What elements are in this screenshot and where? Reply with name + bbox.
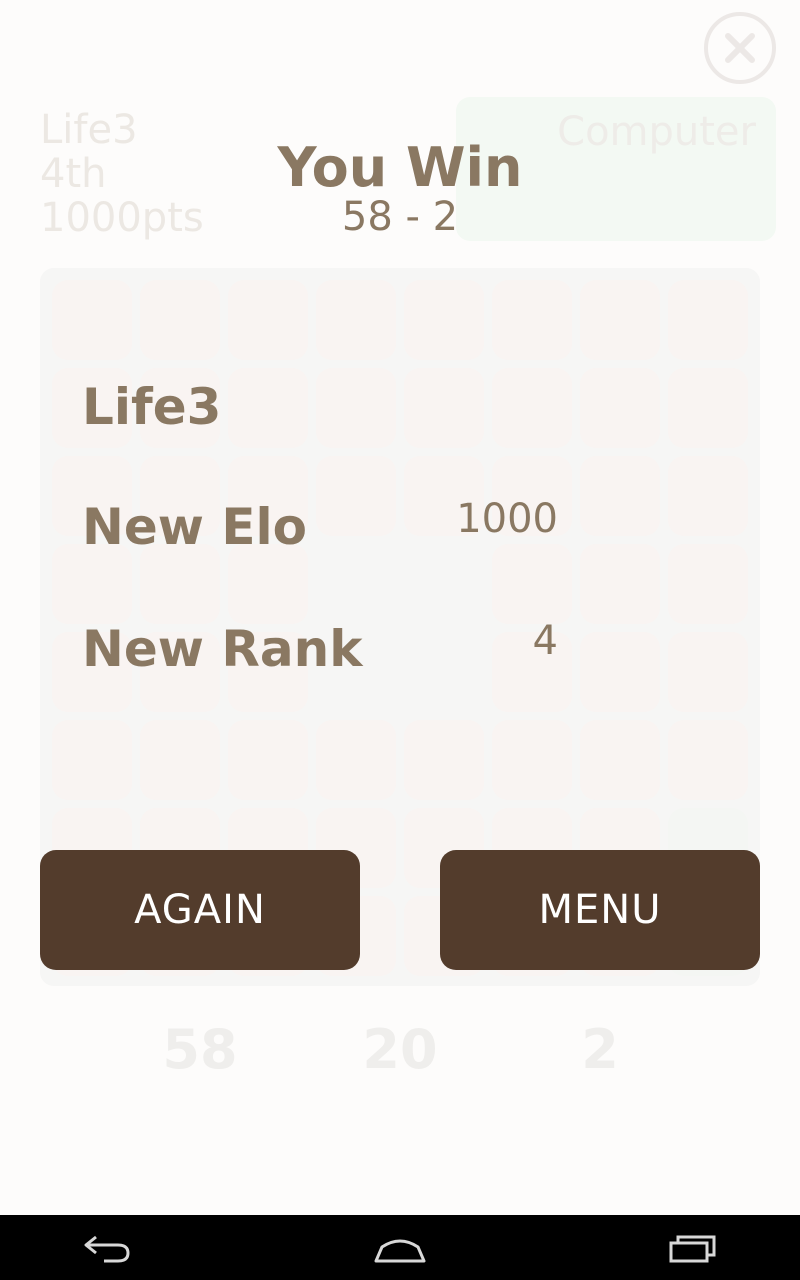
result-score: 58 - 2 bbox=[341, 194, 459, 240]
close-button[interactable] bbox=[704, 12, 776, 84]
result-title: You Win bbox=[277, 136, 523, 199]
score-right: 2 bbox=[581, 1018, 619, 1081]
score-middle: 20 bbox=[362, 1018, 438, 1081]
system-navigation-bar bbox=[0, 1215, 800, 1280]
result-player-name: Life3 bbox=[82, 378, 222, 436]
new-elo-value: 1000 bbox=[456, 496, 558, 542]
menu-button[interactable]: MENU bbox=[440, 850, 760, 970]
back-icon bbox=[84, 1235, 130, 1263]
nav-home-button[interactable] bbox=[372, 1231, 428, 1269]
game-screen: Life3 4th 1000pts Computer 58 20 2 You W… bbox=[0, 0, 800, 1215]
new-elo-label: New Elo bbox=[82, 498, 307, 556]
again-button[interactable]: AGAIN bbox=[40, 850, 360, 970]
home-icon bbox=[374, 1239, 426, 1263]
nav-back-button[interactable] bbox=[82, 1231, 132, 1269]
score-left: 58 bbox=[162, 1018, 238, 1081]
new-rank-label: New Rank bbox=[82, 620, 363, 678]
new-rank-value: 4 bbox=[532, 618, 558, 664]
close-icon bbox=[725, 33, 755, 63]
recents-icon bbox=[669, 1235, 716, 1263]
nav-recents-button[interactable] bbox=[668, 1231, 718, 1269]
